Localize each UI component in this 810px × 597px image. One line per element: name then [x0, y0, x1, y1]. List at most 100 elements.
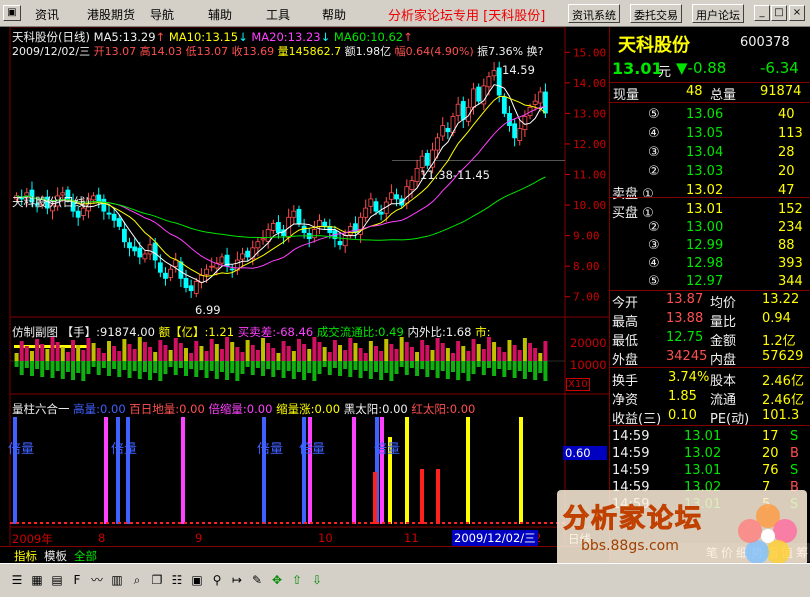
cascade-icon[interactable]: ❐ [148, 571, 166, 589]
sub1-bar-down [60, 361, 65, 379]
sub1-bar-down [481, 361, 486, 375]
sub1-bar-down [456, 361, 461, 380]
menu-assist[interactable]: 辅助 [208, 6, 232, 23]
calendar-icon[interactable]: ▣ [188, 571, 206, 589]
sub1-bar-up [148, 347, 153, 361]
sub1-bar-up [492, 342, 497, 361]
tab-all[interactable]: 全部 [74, 548, 97, 564]
sell-level: ④ [648, 126, 660, 141]
candle-body [517, 128, 523, 141]
price-axis-label: 7.00 [573, 291, 600, 304]
volume-signal-bar [519, 417, 523, 524]
sub1-bar-down [86, 361, 91, 374]
sub1-bar-up [235, 347, 240, 361]
app-icon[interactable]: ▣ [3, 5, 21, 21]
sub1-bar-down [158, 361, 163, 381]
candle-body [276, 222, 281, 233]
menu-navigate[interactable]: 导航 [150, 6, 174, 23]
link-icon[interactable]: ⚲ [208, 571, 226, 589]
sub1-bar-up [261, 338, 266, 361]
minimize-button[interactable]: _ [754, 5, 770, 21]
stat-label: 最高 [612, 315, 639, 330]
sub1-bar-down [404, 361, 409, 375]
sub1-bar-up [481, 349, 486, 361]
sub1-inout: 内外比:1.68 [407, 325, 472, 339]
menu-hk-futures[interactable]: 港股期货 [87, 6, 135, 23]
menu-tools[interactable]: 工具 [266, 6, 290, 23]
chart-icon[interactable]: ▦ [28, 571, 46, 589]
list-icon[interactable]: ☰ [8, 571, 26, 589]
candle-body [394, 194, 399, 200]
sub1-bar-down [55, 361, 60, 371]
sub1-title[interactable]: 仿制副图 [12, 325, 58, 339]
sub1-bar-down [225, 361, 230, 380]
pencil-icon[interactable]: ✎ [248, 571, 266, 589]
sub1-bar-down [302, 361, 307, 380]
f10-icon[interactable]: F [68, 571, 86, 589]
candle-body [435, 137, 441, 151]
sub1-bar-down [240, 361, 245, 374]
main-header-line2: 2009/12/02/三 开13.07 高14.03 低13.07 收13.69… [12, 43, 543, 59]
sub1-bar-up [281, 341, 286, 361]
sub1-bar-down [322, 361, 327, 367]
stat-label: 外盘 [612, 353, 639, 368]
tick-side: S [790, 429, 799, 444]
tab-indicator[interactable]: 指标 [14, 548, 37, 564]
candle-body [476, 86, 482, 102]
candle-body [347, 226, 353, 236]
candle-body [209, 265, 215, 268]
sub1-header: 仿制副图 【手】:91874.00 额【亿】:1.21 买卖差:-68.46 成… [12, 324, 490, 340]
candle-body [188, 285, 194, 292]
sub1-bar-down [40, 361, 45, 377]
menu-news[interactable]: 资讯 [35, 6, 59, 23]
sub1-bar-up [29, 351, 34, 361]
sub1-bar-up [533, 348, 538, 361]
close-button[interactable]: × [789, 5, 805, 21]
export-icon[interactable]: ↦ [228, 571, 246, 589]
sell-level: 卖盘 ① [612, 187, 654, 202]
sub1-bar-down [19, 361, 24, 375]
sub1-bar-up [214, 344, 219, 361]
stat-value: 57629 [762, 349, 804, 364]
trend-icon[interactable]: 〰 [88, 571, 106, 589]
sub1-bar-up [363, 353, 368, 361]
kline-chart-area[interactable]: 15.00 14.00 13.00 12.00 11.00 10.00 9.00 8.00 7.… [0, 27, 609, 563]
candle-body [501, 96, 507, 114]
volume-signal-bar [181, 417, 185, 524]
sub2-item-red-sun: 红太阳:0.00 [411, 402, 476, 416]
buy-volume: 234 [778, 220, 803, 235]
layers-icon[interactable]: ☷ [168, 571, 186, 589]
buy-price: 12.99 [686, 238, 724, 253]
sub1-bar-up [35, 339, 40, 361]
sub1-bar-up [332, 340, 337, 361]
stat2-value: 0.10 [668, 408, 697, 423]
stat2-value: 101.3 [762, 408, 800, 423]
magnify-icon[interactable]: ⌕ [128, 571, 146, 589]
sub1-axis-mid: 10000 [570, 358, 607, 372]
up-icon[interactable]: ⇧ [288, 571, 306, 589]
trade-button[interactable]: 委托交易 [630, 4, 682, 23]
news-icon[interactable]: ▤ [48, 571, 66, 589]
sub1-bar-up [60, 347, 65, 361]
sub1-diff: 买卖差:-68.46 [237, 325, 314, 339]
move-icon[interactable]: ✥ [268, 571, 286, 589]
news-system-button[interactable]: 资讯系统 [568, 4, 620, 23]
tab-template[interactable]: 模板 [44, 548, 67, 564]
price-axis-label: 14.00 [573, 77, 606, 90]
price-change: ▼-0.88 [676, 59, 727, 77]
restore-button[interactable]: □ [771, 5, 787, 21]
tick-volume: 20 [762, 446, 779, 461]
sub1-bar-down [153, 361, 158, 373]
sell-price: 13.05 [686, 126, 724, 141]
menu-help[interactable]: 帮助 [322, 6, 346, 23]
price-axis-label: 9.00 [573, 230, 600, 243]
down-icon[interactable]: ⇩ [308, 571, 326, 589]
sub2-value-box: 0.60 [563, 446, 607, 460]
candle-body [116, 218, 122, 227]
time-axis-label: 2009年 [12, 532, 53, 546]
sub1-bar-up [507, 340, 512, 361]
flower-logo-icon [738, 504, 797, 564]
kline-icon[interactable]: ▥ [108, 571, 126, 589]
forum-button[interactable]: 用户论坛 [692, 4, 744, 23]
sub2-title[interactable]: 量柱六合一 [12, 402, 70, 416]
